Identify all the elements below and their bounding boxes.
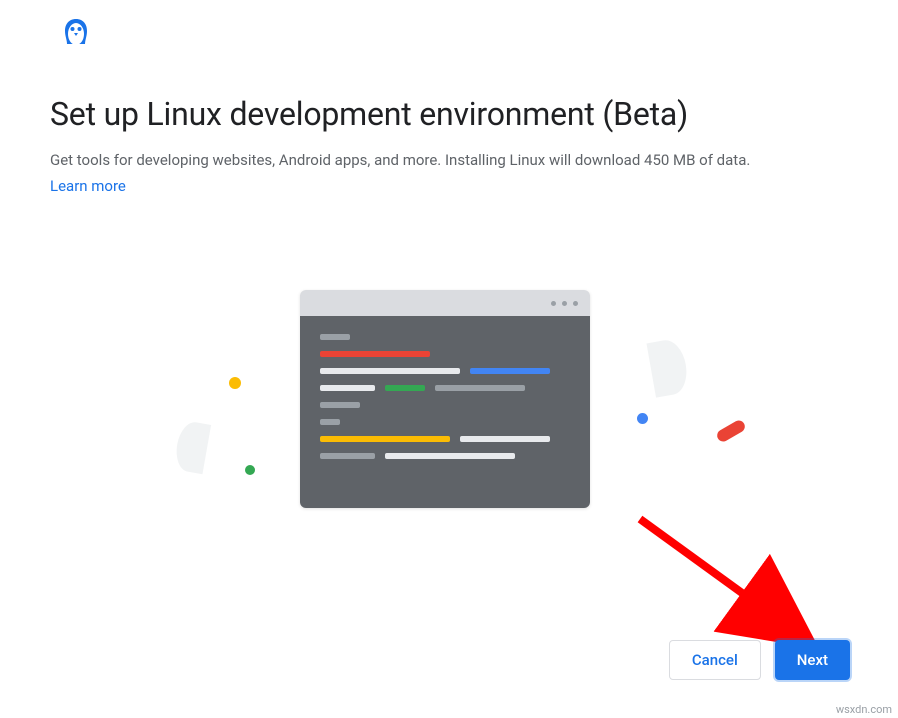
decorative-dot <box>637 413 648 424</box>
terminal-titlebar <box>300 290 590 316</box>
cancel-button[interactable]: Cancel <box>669 640 761 680</box>
description-text: Get tools for developing websites, Andro… <box>50 149 848 172</box>
next-button[interactable]: Next <box>775 640 850 680</box>
learn-more-link[interactable]: Learn more <box>50 177 126 195</box>
decorative-dot <box>229 377 241 389</box>
illustration <box>0 270 898 550</box>
decorative-pill <box>715 418 747 443</box>
decorative-shape <box>173 420 211 474</box>
terminal-illustration <box>300 290 590 508</box>
penguin-icon <box>58 16 94 52</box>
decorative-shape <box>646 337 690 397</box>
terminal-body <box>300 316 590 508</box>
watermark: wsxdn.com <box>836 703 892 716</box>
decorative-dot <box>245 465 255 475</box>
page-title: Set up Linux development environment (Be… <box>50 95 848 133</box>
